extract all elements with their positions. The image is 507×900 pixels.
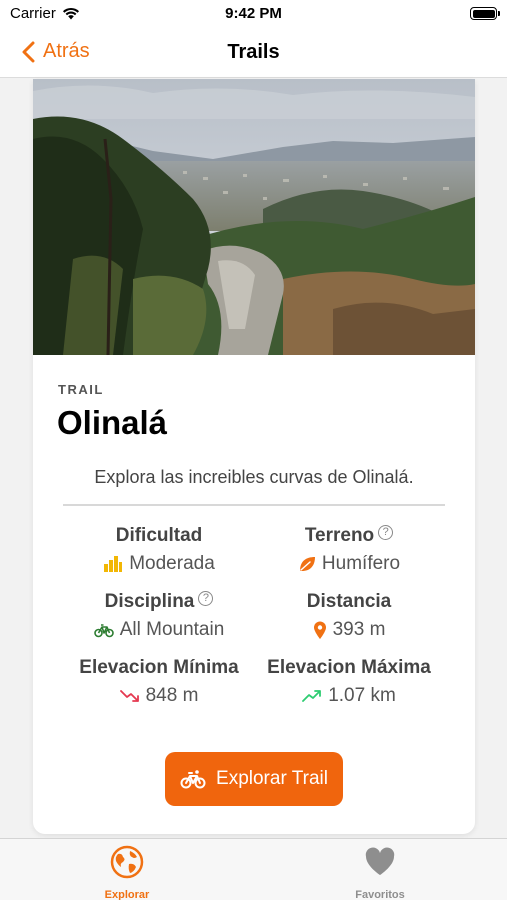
leaf-icon: [299, 557, 315, 571]
globe-icon: [110, 845, 144, 879]
info-icon[interactable]: ?: [198, 590, 214, 606]
stat-discipline: Disciplina ? All Mountain: [59, 590, 259, 641]
navigation-bar: Atrás Trails: [0, 28, 507, 78]
explore-trail-button[interactable]: Explorar Trail: [165, 752, 343, 806]
stat-discipline-title: Disciplina: [104, 591, 195, 612]
tab-explorar[interactable]: Explorar: [67, 845, 187, 900]
trail-description: Explora las increibles curvas de Olinalá…: [94, 467, 414, 487]
location-pin-icon: [313, 621, 326, 639]
stat-discipline-value: All Mountain: [119, 619, 225, 640]
page-title: Trails: [227, 41, 280, 63]
stat-terrain-value: Humífero: [321, 553, 401, 574]
tab-explorar-label: Explorar: [104, 889, 150, 900]
stat-difficulty: Dificultad Moderada: [59, 525, 259, 575]
explore-trail-label: Explorar Trail: [216, 768, 328, 789]
stat-distance-title: Distancia: [306, 591, 392, 612]
tab-favoritos[interactable]: Favoritos: [320, 845, 440, 900]
battery-icon: [470, 7, 500, 20]
trail-name: Olinalá: [57, 404, 168, 441]
stat-terrain: Terreno ? Humífero: [249, 524, 449, 575]
stat-min-elevation-value: 848 m: [145, 685, 199, 706]
bar-chart-icon: [104, 556, 123, 572]
bicycle-icon: [93, 624, 114, 638]
divider: [63, 504, 445, 506]
heart-icon: [365, 847, 395, 875]
stat-max-elevation-value: 1.07 km: [328, 685, 396, 706]
stat-distance-value: 393 m: [332, 619, 386, 640]
status-bar: Carrier 9:42 PM: [0, 0, 507, 28]
tab-favoritos-label: Favoritos: [355, 889, 405, 900]
stat-difficulty-title: Dificultad: [115, 525, 203, 546]
stat-min-elevation-title: Elevacion Mínima: [79, 657, 239, 678]
trail-section-label: TRAIL: [58, 382, 104, 397]
info-icon[interactable]: ?: [378, 524, 394, 540]
trail-card: TRAIL Olinalá Explora las increibles cur…: [33, 79, 475, 834]
status-time: 9:42 PM: [225, 5, 282, 22]
trail-photo: [33, 79, 475, 355]
stat-difficulty-value: Moderada: [129, 553, 215, 574]
tab-bar: Explorar Favoritos: [0, 838, 507, 900]
trend-down-icon: [119, 690, 139, 702]
stat-min-elevation: Elevacion Mínima 848 m: [59, 657, 259, 707]
stat-terrain-title: Terreno: [304, 525, 375, 546]
stat-max-elevation: Elevacion Máxima 1.07 km: [249, 657, 449, 707]
stat-max-elevation-title: Elevacion Máxima: [267, 657, 431, 678]
stat-distance: Distancia 393 m: [249, 591, 449, 641]
trend-up-icon: [302, 690, 322, 702]
bicycle-icon: [180, 770, 206, 789]
